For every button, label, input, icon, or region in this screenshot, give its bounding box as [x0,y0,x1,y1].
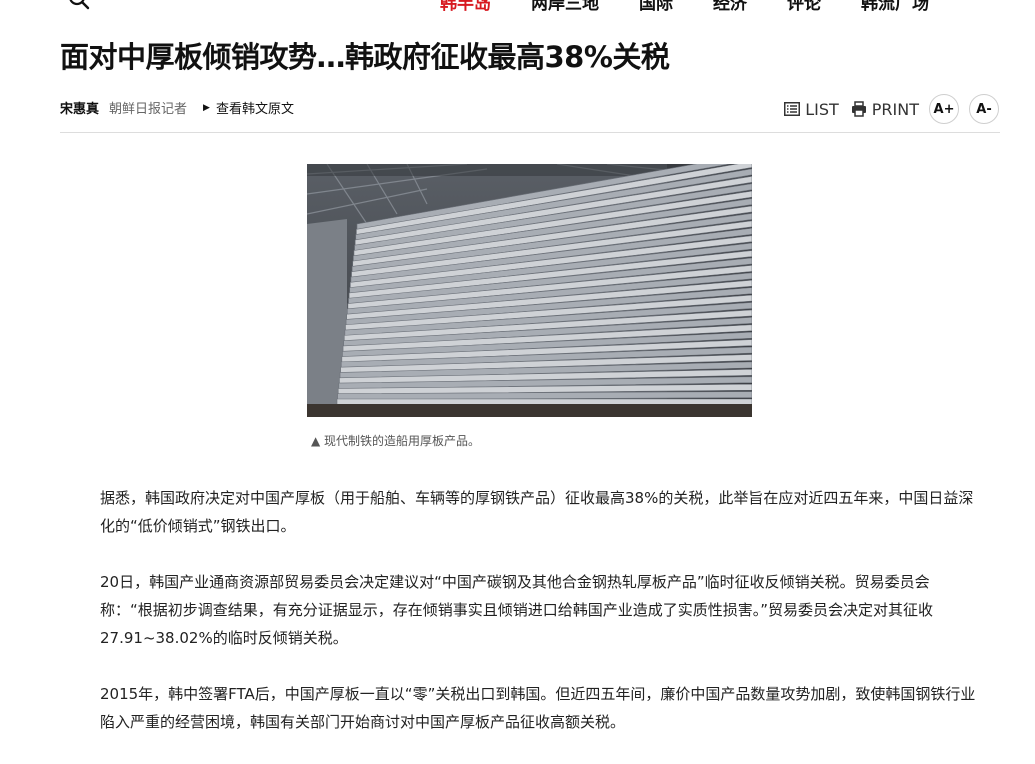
original-article-link[interactable]: ▶ 查看韩文原文 [203,98,294,117]
nav-item-opinion[interactable]: 评论 [787,0,821,14]
steel-plates-image [307,164,752,417]
header-divider [60,132,1000,133]
article-paragraph: 20日，韩国产业通商资源部贸易委员会决定建议对“中国产碳钢及其他合金钢热轧厚板产… [100,573,934,647]
image-caption: ▲ 现代制铁的造船用厚板产品。 [311,434,481,448]
print-icon [851,101,866,117]
search-icon[interactable] [68,0,90,10]
author-role: 朝鲜日报记者 [109,102,188,117]
article-title: 面对中厚板倾销攻势…韩政府征收最高38%关税 [60,40,670,74]
list-button-label: LIST [805,99,839,119]
list-button[interactable]: LIST [784,100,839,119]
article-photo [307,164,752,417]
play-triangle-icon: ▶ [203,102,210,113]
nav-item-international[interactable]: 国际 [639,0,673,14]
font-increase-button[interactable]: A+ [929,94,959,124]
author-name: 宋惠真 [60,102,100,117]
article-paragraph: 据悉，韩国政府决定对中国产厚板（用于船舶、车辆等的厚钢铁产品）征收最高38%的关… [100,489,974,535]
article-tools: LIST PRINT A+ A- [772,94,999,124]
top-nav: 韩半岛 两岸三地 国际 经济 评论 韩流广场 [0,0,1035,14]
nav-item-economy[interactable]: 经济 [713,0,747,14]
print-button-label: PRINT [871,99,919,119]
list-icon [784,102,801,116]
nav-item-cross-strait[interactable]: 两岸三地 [531,0,599,14]
print-button[interactable]: PRINT [851,100,919,119]
article-body: 据悉，韩国政府决定对中国产厚板（用于船舶、车辆等的厚钢铁产品）征收最高38%的关… [100,484,980,764]
article-paragraph: 2015年，韩中签署FTA后，中国产厚板一直以“零”关税出口到韩国。但近四五年间… [100,685,976,731]
font-decrease-button[interactable]: A- [969,94,999,124]
nav-item-korea[interactable]: 韩半岛 [440,0,491,14]
byline: 宋惠真 朝鲜日报记者 ▶ 查看韩文原文 [60,98,294,117]
nav-item-hallyu[interactable]: 韩流广场 [861,0,929,14]
nav-menu: 韩半岛 两岸三地 国际 经济 评论 韩流广场 [440,0,969,14]
original-article-link-label: 查看韩文原文 [215,102,294,117]
